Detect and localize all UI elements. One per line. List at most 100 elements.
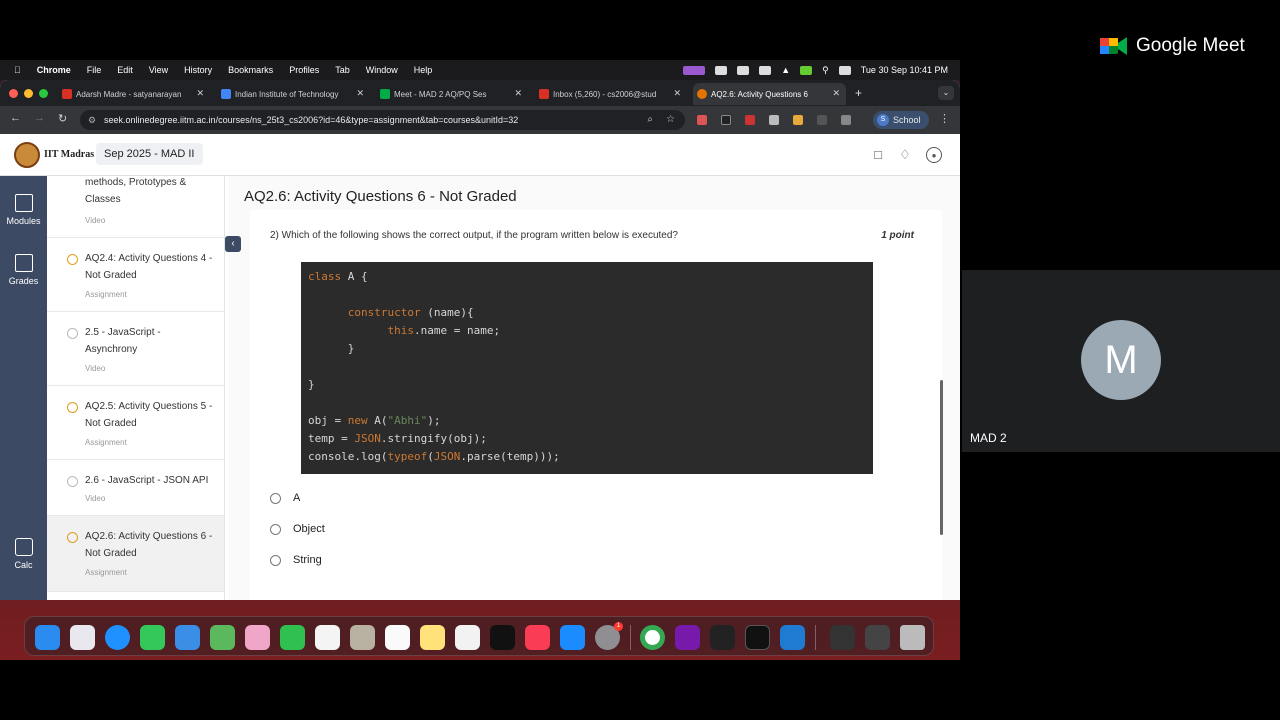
menu-app-name[interactable]: Chrome bbox=[37, 65, 71, 75]
rail-grades[interactable]: Grades bbox=[0, 254, 47, 286]
close-tab-icon[interactable]: ✕ bbox=[673, 88, 681, 99]
vscode-icon[interactable] bbox=[780, 625, 805, 650]
menu-file[interactable]: File bbox=[87, 65, 102, 75]
rail-label: Modules bbox=[6, 216, 41, 226]
tab-iit[interactable]: Indian Institute of Technology ✕ bbox=[217, 83, 370, 105]
course-selector[interactable]: Sep 2025 - MAD II bbox=[96, 143, 203, 165]
radio-button[interactable] bbox=[270, 523, 281, 535]
launchpad-icon[interactable] bbox=[70, 625, 95, 650]
menu-bookmarks[interactable]: Bookmarks bbox=[228, 65, 273, 75]
menu-history[interactable]: History bbox=[184, 65, 212, 75]
new-tab-button[interactable]: + bbox=[855, 86, 862, 100]
apple-tv-icon[interactable] bbox=[490, 625, 515, 650]
code-token: JSON bbox=[433, 450, 461, 463]
finder-icon[interactable] bbox=[35, 625, 60, 650]
chrome-icon[interactable] bbox=[640, 625, 665, 650]
downloads-stack-icon[interactable] bbox=[830, 625, 855, 650]
bookmark-star-icon[interactable]: ☆ bbox=[666, 110, 675, 130]
extension-icon[interactable] bbox=[697, 115, 707, 125]
calendar-icon[interactable] bbox=[315, 625, 340, 650]
iit-logo[interactable] bbox=[14, 142, 40, 168]
zoom-window-button[interactable] bbox=[39, 89, 48, 98]
close-tab-icon[interactable]: ✕ bbox=[196, 88, 204, 99]
safari-icon[interactable] bbox=[105, 625, 130, 650]
close-tab-icon[interactable]: ✕ bbox=[514, 88, 522, 99]
content-scrollbar[interactable] bbox=[940, 380, 943, 535]
tab-search-dropdown-icon[interactable]: ⌄ bbox=[938, 86, 954, 100]
radio-button[interactable] bbox=[270, 492, 281, 504]
music-icon[interactable] bbox=[525, 625, 550, 650]
terminal-icon[interactable] bbox=[745, 625, 770, 650]
extension-icon[interactable] bbox=[721, 115, 731, 125]
tab-inbox[interactable]: Inbox (5,260) - cs2006@stud ✕ bbox=[535, 83, 687, 105]
list-item-active[interactable]: AQ2.6: Activity Questions 6 - Not Graded… bbox=[47, 516, 224, 592]
radio-button[interactable] bbox=[270, 554, 281, 566]
list-item[interactable]: AQ2.5: Activity Questions 5 - Not Graded… bbox=[47, 386, 224, 460]
battery-icon[interactable] bbox=[800, 65, 813, 75]
messages-icon[interactable] bbox=[140, 625, 165, 650]
menu-help[interactable]: Help bbox=[414, 65, 433, 75]
chrome-menu-icon[interactable]: ⋮ bbox=[939, 112, 950, 125]
recent-window-icon[interactable] bbox=[865, 625, 890, 650]
display-status-icon[interactable] bbox=[759, 65, 772, 75]
zoom-icon[interactable]: ⌕ bbox=[647, 110, 653, 130]
answer-option[interactable]: String bbox=[270, 554, 322, 566]
answer-option[interactable]: A bbox=[270, 492, 300, 504]
extension-icon[interactable] bbox=[817, 115, 827, 125]
extension-icon[interactable] bbox=[745, 115, 755, 125]
url-bar[interactable]: ⚙ seek.onlinedegree.iitm.ac.in/courses/n… bbox=[80, 110, 685, 130]
system-settings-icon[interactable]: 1 bbox=[595, 622, 623, 650]
site-info-icon[interactable]: ⚙ bbox=[88, 110, 96, 130]
back-icon[interactable]: ← bbox=[10, 112, 21, 124]
reminders-icon[interactable] bbox=[385, 625, 410, 650]
minimize-window-button[interactable] bbox=[24, 89, 33, 98]
extensions-puzzle-icon[interactable] bbox=[841, 115, 851, 125]
control-center-icon[interactable] bbox=[838, 65, 851, 75]
forward-icon[interactable]: → bbox=[34, 112, 45, 124]
close-tab-icon[interactable]: ✕ bbox=[832, 88, 840, 99]
trash-icon[interactable] bbox=[900, 625, 925, 650]
photos-icon[interactable] bbox=[245, 625, 270, 650]
spotlight-icon[interactable]: ⚲ bbox=[822, 65, 829, 76]
collapse-sidebar-button[interactable]: ‹ bbox=[225, 236, 241, 252]
menu-profiles[interactable]: Profiles bbox=[289, 65, 319, 75]
menu-view[interactable]: View bbox=[149, 65, 168, 75]
onenote-icon[interactable] bbox=[675, 625, 700, 650]
tab-aq26-active[interactable]: AQ2.6: Activity Questions 6 ✕ bbox=[693, 83, 846, 105]
close-tab-icon[interactable]: ✕ bbox=[356, 88, 364, 99]
menu-tab[interactable]: Tab bbox=[335, 65, 350, 75]
profile-chip[interactable]: S School bbox=[873, 111, 929, 129]
menu-window[interactable]: Window bbox=[366, 65, 398, 75]
tab-gmail-adarsh[interactable]: Adarsh Madre - satyanarayan ✕ bbox=[58, 83, 210, 105]
notification-bell-icon[interactable]: ♢ bbox=[897, 147, 913, 163]
wifi-icon[interactable]: ▲ bbox=[781, 65, 790, 75]
contacts-icon[interactable] bbox=[350, 625, 375, 650]
menubar-clock[interactable]: Tue 30 Sep 10:41 PM bbox=[861, 65, 948, 75]
account-icon[interactable]: ● bbox=[926, 147, 942, 163]
xppen-status-icon[interactable] bbox=[715, 65, 728, 75]
maps-icon[interactable] bbox=[210, 625, 235, 650]
apple-icon[interactable]:  bbox=[14, 65, 21, 75]
list-item[interactable]: 2.5 - JavaScript - Asynchrony Video bbox=[47, 312, 224, 386]
answer-option[interactable]: Object bbox=[270, 523, 325, 535]
facetime-icon[interactable] bbox=[280, 625, 305, 650]
screen-share-status-icon[interactable] bbox=[683, 65, 706, 75]
extension-icon[interactable] bbox=[769, 115, 779, 125]
xppen-icon[interactable] bbox=[710, 625, 735, 650]
rail-modules[interactable]: Modules bbox=[0, 194, 47, 226]
list-item[interactable]: 2.6 - JavaScript - JSON API Video bbox=[47, 460, 224, 516]
discussion-icon[interactable]: □ bbox=[870, 147, 886, 163]
mail-icon[interactable] bbox=[175, 625, 200, 650]
menu-edit[interactable]: Edit bbox=[117, 65, 133, 75]
close-window-button[interactable] bbox=[9, 89, 18, 98]
app-store-icon[interactable] bbox=[560, 625, 585, 650]
notes-icon[interactable] bbox=[420, 625, 445, 650]
list-item[interactable]: AQ2.4: Activity Questions 4 - Not Graded… bbox=[47, 238, 224, 312]
sync-status-icon[interactable] bbox=[737, 65, 750, 75]
rail-calc[interactable]: Calc bbox=[0, 538, 47, 570]
reload-icon[interactable]: ↻ bbox=[58, 112, 67, 125]
tab-meet[interactable]: Meet - MAD 2 AQ/PQ Ses ✕ bbox=[376, 83, 528, 105]
list-item[interactable]: methods, Prototypes & Classes Video bbox=[47, 176, 224, 238]
freeform-icon[interactable] bbox=[455, 625, 480, 650]
extension-icon[interactable] bbox=[793, 115, 803, 125]
